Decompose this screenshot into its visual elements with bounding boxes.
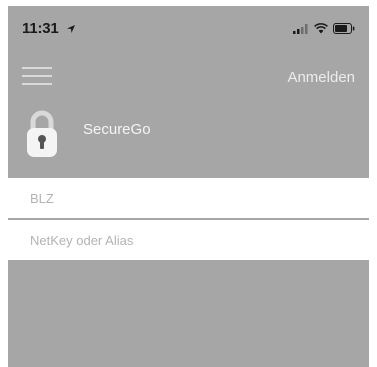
- navigation-bar: Anmelden: [8, 58, 369, 94]
- wifi-icon: [314, 21, 328, 39]
- clock-text: 11:31: [22, 20, 59, 37]
- lock-icon: [25, 108, 59, 158]
- location-arrow-icon: [66, 21, 76, 38]
- app-screen: 11:31 Anmelden SecureGo BLZ NetKey oder …: [8, 6, 369, 367]
- signal-icon: [293, 21, 309, 39]
- netkey-field-row: [8, 220, 369, 260]
- battery-icon: [333, 21, 355, 39]
- status-time: 11:31: [22, 20, 76, 38]
- hamburger-menu-icon[interactable]: [22, 67, 52, 89]
- blz-input[interactable]: [8, 178, 369, 218]
- app-name: SecureGo: [83, 121, 151, 138]
- app-header: SecureGo: [8, 106, 369, 166]
- status-bar: 11:31: [8, 6, 369, 46]
- blz-field-row: [8, 178, 369, 218]
- netkey-alias-input[interactable]: [8, 220, 369, 260]
- status-icons: [293, 21, 355, 39]
- login-button[interactable]: Anmelden: [287, 69, 355, 86]
